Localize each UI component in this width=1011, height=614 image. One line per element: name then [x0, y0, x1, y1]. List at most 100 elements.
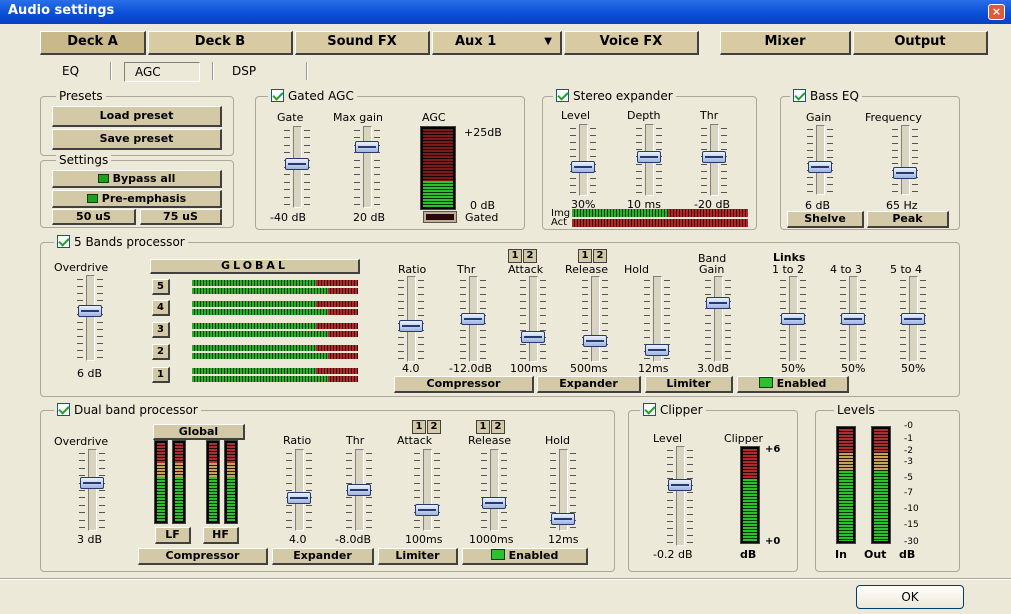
slider-track[interactable] [407, 276, 416, 362]
band-1-button[interactable]: 1 [152, 367, 170, 383]
slider-thumb[interactable] [841, 313, 865, 325]
slider-thumb[interactable] [571, 161, 595, 173]
five-bands-limiter-button[interactable]: Limiter [645, 376, 733, 393]
slider-thumb[interactable] [461, 313, 485, 325]
hf-button[interactable]: HF [203, 527, 239, 544]
lf-button[interactable]: LF [155, 527, 191, 544]
clipper-title[interactable]: Clipper [640, 403, 706, 417]
slider-track[interactable] [816, 125, 825, 195]
slider-thumb[interactable] [645, 344, 669, 356]
hold-slider[interactable] [644, 276, 670, 362]
release-selector[interactable]: 12 [578, 249, 608, 263]
slider-thumb[interactable] [668, 479, 692, 491]
dual-release-selector-2[interactable]: 2 [491, 420, 505, 434]
gate-slider[interactable] [284, 126, 310, 208]
slider-thumb[interactable] [893, 167, 917, 179]
75us-button[interactable]: 75 uS [140, 209, 222, 225]
tab-voice-fx[interactable]: Voice FX [564, 31, 699, 55]
dual-thr-slider[interactable] [346, 449, 372, 531]
slider-track[interactable] [676, 446, 685, 546]
dual-expander-button[interactable]: Expander [272, 548, 374, 565]
dual-band-checkbox[interactable] [57, 403, 70, 416]
bass-frequency-slider[interactable] [892, 125, 918, 195]
band-gain-slider[interactable] [705, 276, 731, 362]
dual-attack-slider[interactable] [414, 449, 440, 531]
slider-track[interactable] [423, 449, 432, 531]
five-bands-expander-button[interactable]: Expander [537, 376, 641, 393]
slider-thumb[interactable] [78, 305, 102, 317]
release-slider[interactable] [582, 276, 608, 362]
dual-band-title[interactable]: Dual band processor [54, 403, 201, 417]
link-1-to-2-slider[interactable] [780, 276, 806, 362]
global-button[interactable]: GLOBAL [150, 259, 360, 274]
slider-thumb[interactable] [399, 320, 423, 332]
five-bands-enabled-button[interactable]: Enabled [737, 376, 849, 393]
slider-thumb[interactable] [583, 335, 607, 347]
slider-track[interactable] [591, 276, 600, 362]
slider-thumb[interactable] [482, 497, 506, 509]
slider-thumb[interactable] [702, 151, 726, 163]
dual-release-slider[interactable] [481, 449, 507, 531]
chevron-down-icon[interactable]: ▼ [544, 32, 552, 52]
ok-button[interactable]: OK [856, 585, 964, 609]
slider-thumb[interactable] [355, 141, 379, 153]
slider-track[interactable] [88, 449, 97, 531]
band-2-button[interactable]: 2 [152, 344, 170, 360]
max-gain-slider[interactable] [354, 126, 380, 208]
clipper-level-slider[interactable] [667, 446, 693, 546]
pre-emphasis-button[interactable]: Pre-emphasis [52, 190, 222, 208]
bass-gain-slider[interactable] [807, 125, 833, 195]
five-bands-title[interactable]: 5 Bands processor [54, 235, 188, 249]
tab-output[interactable]: Output [853, 31, 988, 55]
subtab-agc[interactable]: AGC [124, 62, 200, 82]
bass-eq-title[interactable]: Bass EQ [790, 89, 862, 103]
dual-attack-selector-1[interactable]: 1 [412, 420, 426, 434]
tab-sound-fx[interactable]: Sound FX [295, 31, 430, 55]
attack-selector-2[interactable]: 2 [523, 249, 537, 263]
subtab-eq[interactable]: EQ [62, 60, 79, 82]
dual-ratio-slider[interactable] [286, 449, 312, 531]
slider-thumb[interactable] [637, 151, 661, 163]
band-5-button[interactable]: 5 [152, 279, 170, 295]
slider-track[interactable] [86, 275, 95, 361]
overdrive-slider[interactable] [77, 275, 103, 361]
tab-deck-a[interactable]: Deck A [40, 31, 146, 55]
slider-thumb[interactable] [287, 492, 311, 504]
stereo-expander-checkbox[interactable] [556, 89, 569, 102]
slider-thumb[interactable] [285, 158, 309, 170]
release-selector-1[interactable]: 1 [578, 249, 592, 263]
slider-track[interactable] [295, 449, 304, 531]
slider-thumb[interactable] [415, 504, 439, 516]
slider-thumb[interactable] [80, 477, 104, 489]
tab-deck-b[interactable]: Deck B [148, 31, 293, 55]
save-preset-button[interactable]: Save preset [52, 129, 222, 150]
dual-compressor-button[interactable]: Compressor [138, 548, 268, 565]
slider-track[interactable] [529, 276, 538, 362]
slider-track[interactable] [714, 276, 723, 362]
dual-overdrive-slider[interactable] [79, 449, 105, 531]
slider-thumb[interactable] [706, 297, 730, 309]
ratio-slider[interactable] [398, 276, 424, 362]
gated-agc-title[interactable]: Gated AGC [268, 89, 357, 103]
stereo-depth-slider[interactable] [636, 124, 662, 196]
slider-track[interactable] [490, 449, 499, 531]
slider-track[interactable] [901, 125, 910, 195]
slider-track[interactable] [579, 124, 588, 196]
five-bands-compressor-button[interactable]: Compressor [394, 376, 534, 393]
dual-attack-selector[interactable]: 12 [412, 420, 442, 434]
peak-button[interactable]: Peak [867, 211, 949, 228]
five-bands-checkbox[interactable] [57, 235, 70, 248]
tab-mixer[interactable]: Mixer [720, 31, 851, 55]
stereo-expander-title[interactable]: Stereo expander [553, 89, 676, 103]
dual-enabled-button[interactable]: Enabled [462, 548, 588, 565]
clipper-checkbox[interactable] [643, 403, 656, 416]
band-3-button[interactable]: 3 [152, 322, 170, 338]
close-button[interactable]: × [988, 4, 1005, 20]
release-selector-2[interactable]: 2 [593, 249, 607, 263]
dual-release-selector-1[interactable]: 1 [476, 420, 490, 434]
band-4-button[interactable]: 4 [152, 300, 170, 316]
slider-thumb[interactable] [901, 313, 925, 325]
gated-agc-checkbox[interactable] [271, 89, 284, 102]
bypass-all-button[interactable]: Bypass all [52, 170, 222, 188]
subtab-dsp[interactable]: DSP [232, 60, 256, 82]
